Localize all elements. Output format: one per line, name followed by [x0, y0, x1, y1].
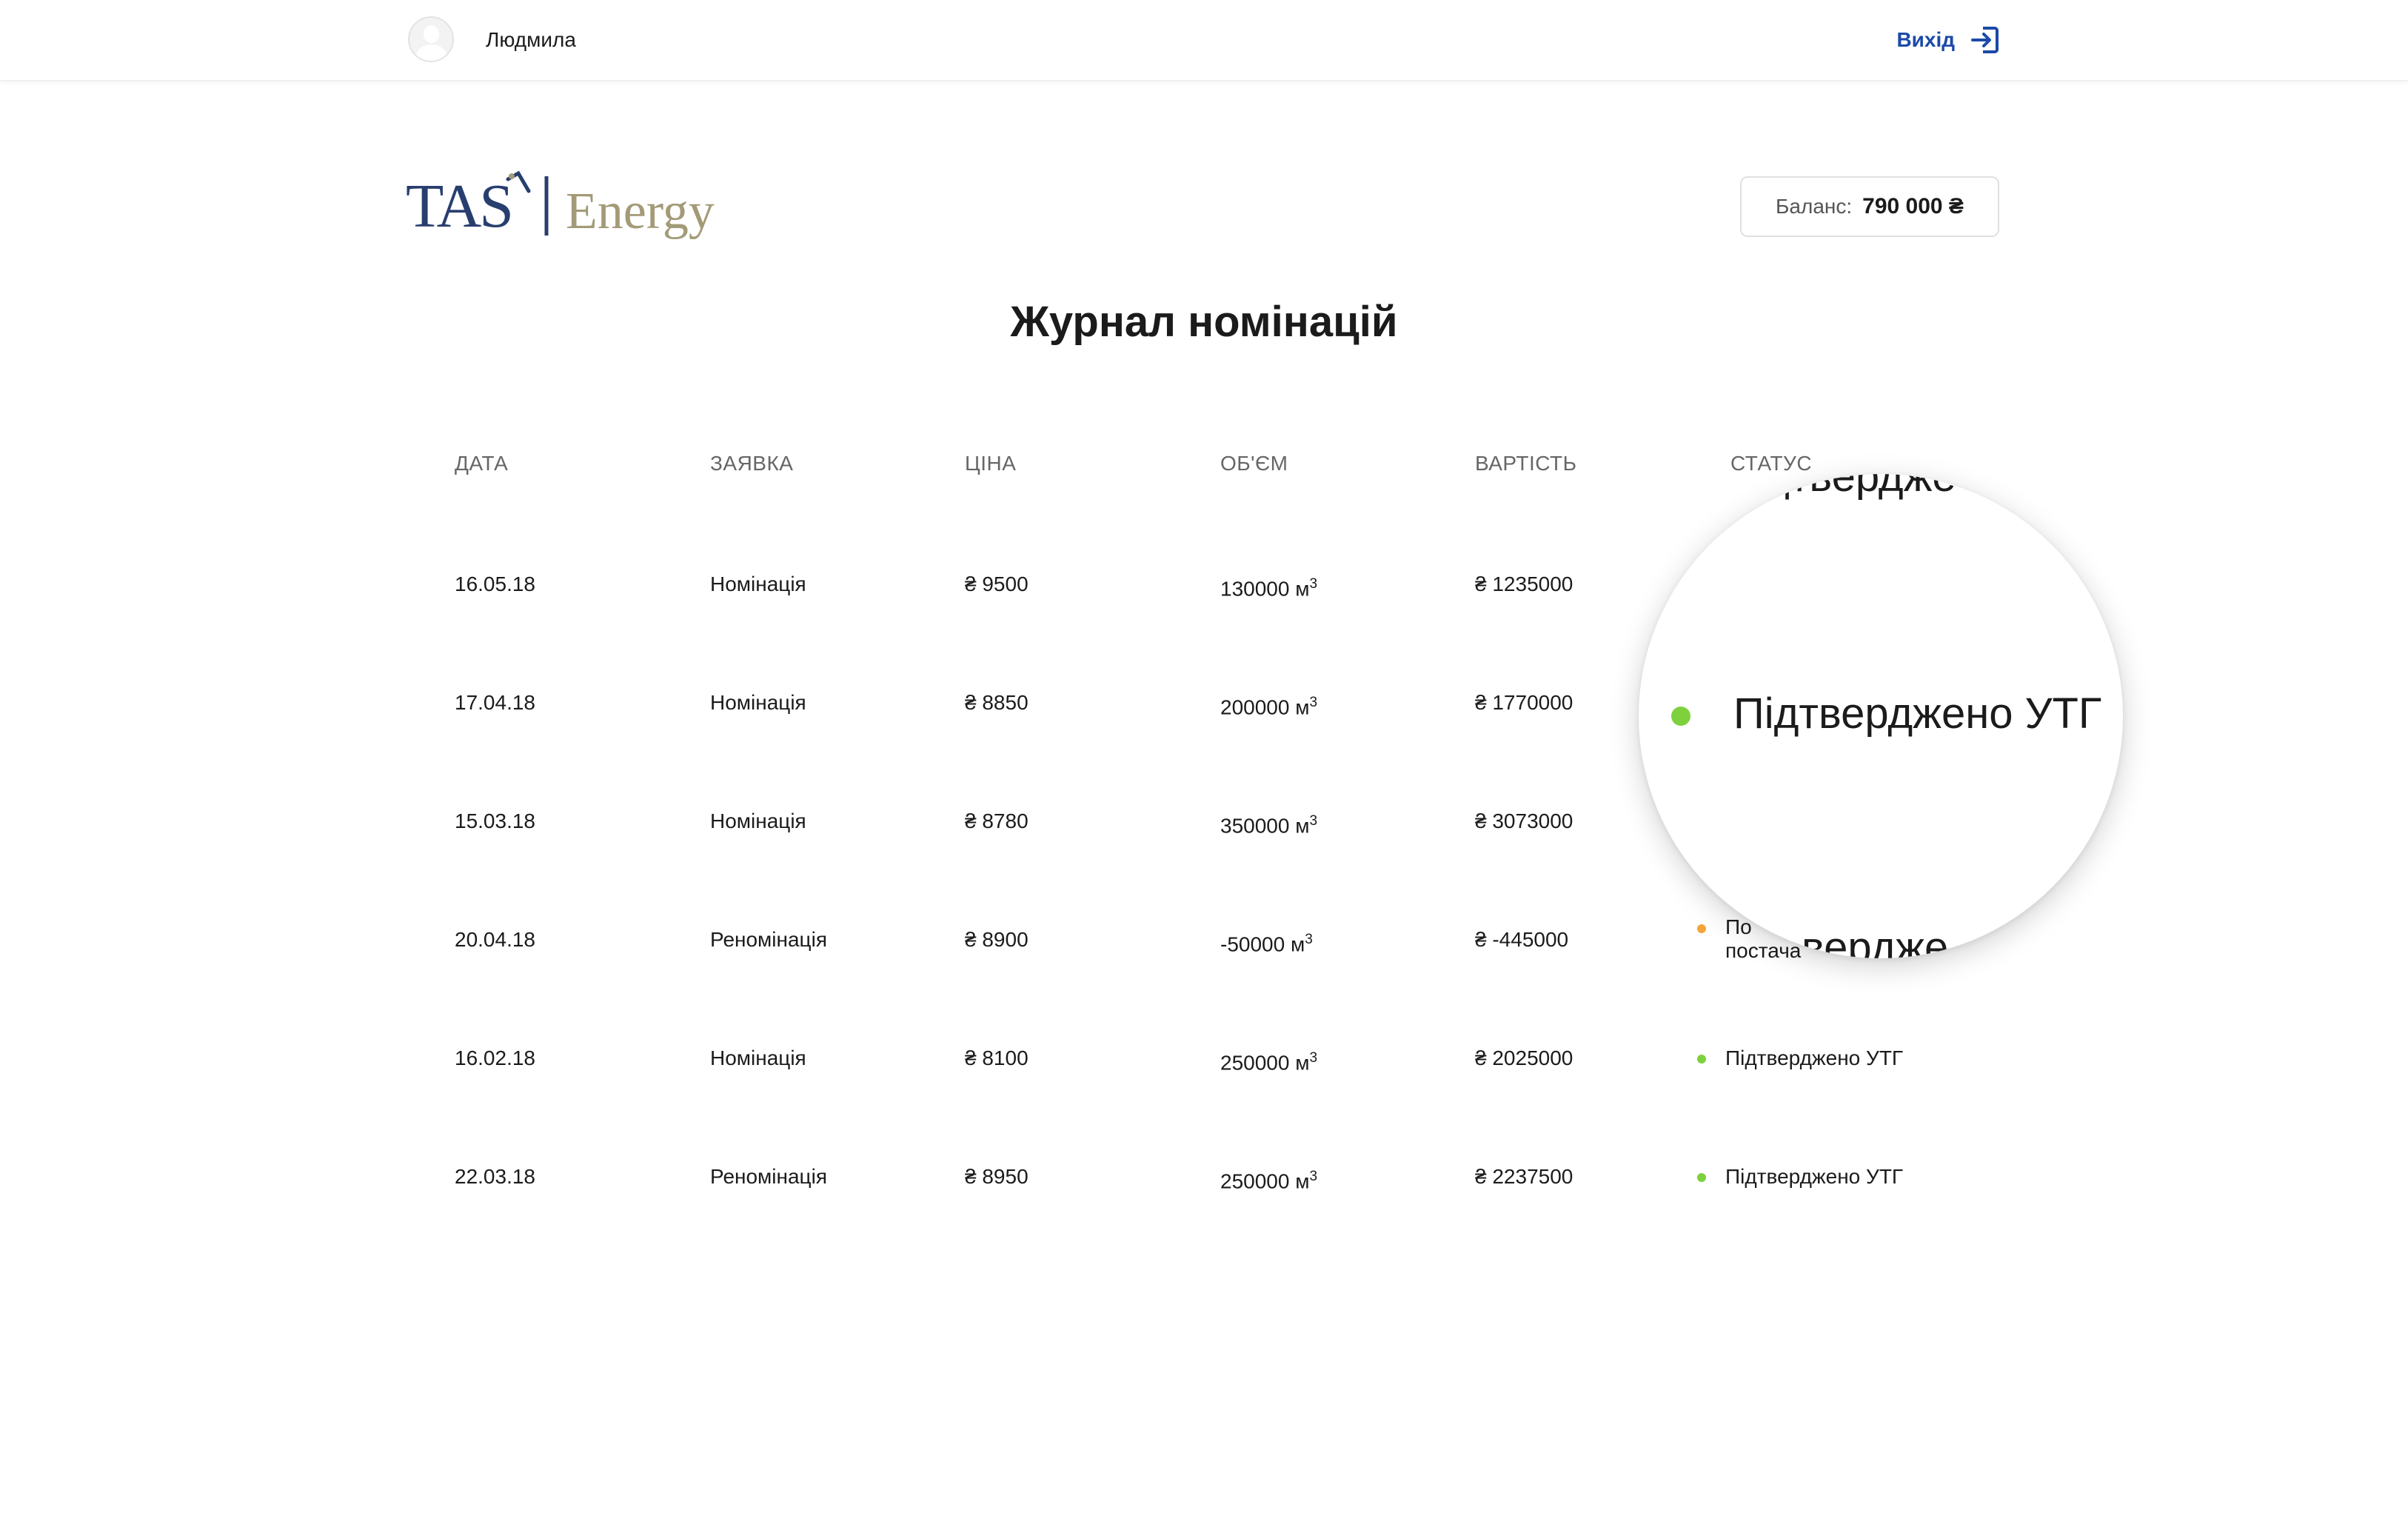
status-dot-confirmed: [1697, 1055, 1706, 1063]
cell-price: ₴ 8850: [965, 691, 1029, 714]
cell-date: 22.03.18: [455, 1165, 535, 1188]
cell-cost: ₴ 1770000: [1475, 691, 1573, 714]
top-bar: Людмила Вихід: [0, 0, 2408, 81]
cell-date: 15.03.18: [455, 809, 535, 832]
logo-tas-text: TAS: [406, 172, 512, 241]
user-avatar-icon[interactable]: [408, 16, 454, 62]
cell-price: ₴ 8900: [965, 928, 1029, 951]
cell-request-type: Номінація: [710, 691, 806, 714]
logo-energy-text: Energy: [566, 183, 715, 240]
user-name[interactable]: Людмила: [486, 27, 576, 53]
magnifier-top-fragment: дтвердже: [1765, 474, 1956, 501]
status-text: Підтверджено УТГ: [1725, 1165, 1904, 1188]
cell-price: ₴ 9500: [965, 572, 1029, 595]
cell-cost: ₴ 2025000: [1475, 1046, 1573, 1069]
cell-date: 16.02.18: [455, 1046, 535, 1069]
logout-label[interactable]: Вихід: [1896, 28, 1955, 52]
column-header-request[interactable]: ЗАЯВКА: [710, 452, 793, 475]
cell-volume: 350000 м3: [1220, 813, 1318, 838]
cell-price: ₴ 8950: [965, 1165, 1029, 1188]
cell-request-type: Номінація: [710, 809, 806, 832]
cell-request-type: Реномінація: [710, 928, 827, 951]
cell-date: 17.04.18: [455, 691, 535, 714]
balance-label: Баланс:: [1776, 195, 1853, 218]
cell-status: Підтверджено УТГ: [1697, 1046, 1903, 1071]
column-header-status[interactable]: СТАТУС: [1730, 452, 1812, 475]
cell-status: Підтверджено УТГ: [1697, 1164, 1903, 1189]
logout-button[interactable]: Вихід: [1896, 22, 2001, 58]
cell-date: 20.04.18: [455, 928, 535, 951]
column-header-price[interactable]: ЦІНА: [965, 452, 1016, 475]
column-header-cost[interactable]: ВАРТІСТЬ: [1475, 452, 1577, 475]
cell-cost: ₴ 1235000: [1475, 572, 1573, 595]
magnifier-status-dot: [1671, 707, 1690, 726]
cell-volume: 130000 м3: [1220, 576, 1318, 601]
cell-request-type: Номінація: [710, 572, 806, 595]
cell-cost: ₴ -445000: [1475, 928, 1569, 951]
cell-cost: ₴ 3073000: [1475, 809, 1573, 832]
cell-volume: 250000 м3: [1220, 1169, 1318, 1193]
tas-energy-logo[interactable]: TAS Energy: [406, 167, 717, 241]
avatar-shoulders: [415, 44, 447, 61]
cell-request-type: Реномінація: [710, 1165, 827, 1188]
status-magnifier: дтвердже Підтверджено УТГ вердже: [1639, 474, 2123, 958]
avatar-head: [424, 25, 439, 43]
balance-box: Баланс: 790 000 ₴: [1740, 176, 1999, 237]
cell-price: ₴ 8780: [965, 809, 1029, 832]
status-dot-pending: [1697, 924, 1706, 933]
cell-volume: 200000 м3: [1220, 695, 1318, 719]
column-header-volume[interactable]: ОБ'ЄМ: [1220, 452, 1288, 475]
cell-cost: ₴ 2237500: [1475, 1165, 1573, 1188]
status-text: Підтверджено УТГ: [1725, 1046, 1904, 1069]
cell-date: 16.05.18: [455, 572, 535, 595]
balance-value: 790 000 ₴: [1862, 194, 1964, 218]
cell-request-type: Номінація: [710, 1046, 806, 1069]
cell-volume: -50000 м3: [1220, 932, 1313, 956]
magnifier-status-text: Підтверджено УТГ: [1733, 689, 2102, 738]
column-header-date[interactable]: ДАТА: [455, 452, 508, 475]
cell-price: ₴ 8100: [965, 1046, 1029, 1069]
logout-arrow-icon[interactable]: [1970, 24, 2001, 56]
cell-volume: 250000 м3: [1220, 1050, 1318, 1075]
magnifier-bottom-fragment: вердже: [1802, 924, 1949, 958]
page-title: Журнал номінацій: [1010, 298, 1398, 346]
status-dot-confirmed: [1697, 1173, 1706, 1182]
